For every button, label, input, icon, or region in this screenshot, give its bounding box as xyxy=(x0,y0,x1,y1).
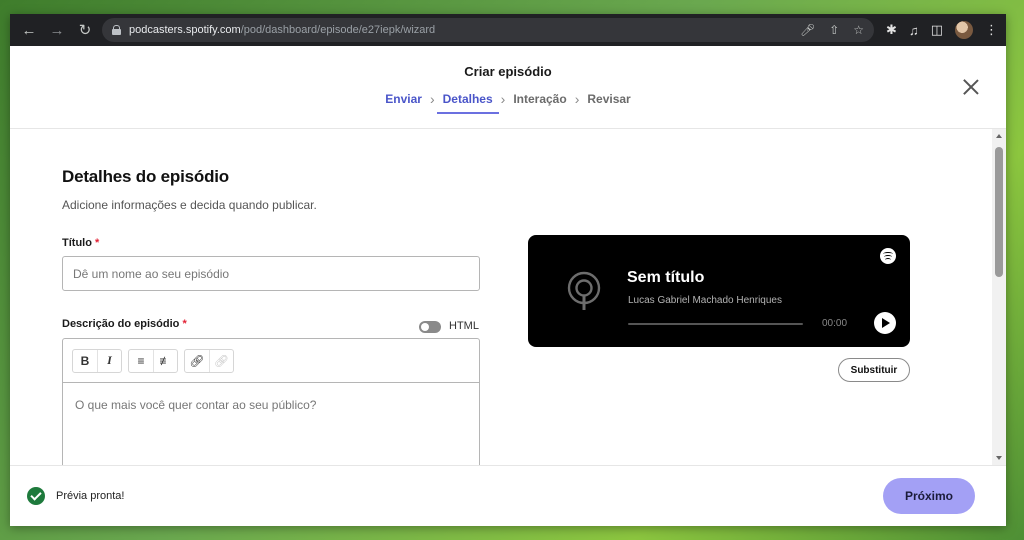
side-panel-icon[interactable]: ◫ xyxy=(931,22,943,38)
link-group: 🔗︎ 🔗︎ xyxy=(184,348,234,373)
unlink-icon: 🔗︎ xyxy=(209,349,233,372)
chevron-right-icon: › xyxy=(429,91,435,107)
bookmark-star-icon[interactable]: ☆ xyxy=(853,23,864,37)
step-revisar[interactable]: Revisar xyxy=(587,92,630,114)
preview-title: Sem título xyxy=(627,269,705,286)
text-style-group: B I xyxy=(72,348,122,373)
italic-button[interactable]: I xyxy=(97,349,121,372)
episode-details-form: Detalhes do episódio Adicione informaçõe… xyxy=(10,129,992,465)
chevron-right-icon: › xyxy=(500,91,506,107)
forward-icon[interactable]: → xyxy=(46,19,68,41)
omnibox-icons: 🎤︎ ⇧ ☆ xyxy=(800,23,864,37)
description-textarea[interactable]: O que mais você quer contar ao seu públi… xyxy=(63,383,479,427)
wizard-header: Criar episódio Enviar › Detalhes › Inter… xyxy=(10,46,1006,129)
browser-actions: ✱ ♫ ◫ ⋮ xyxy=(886,21,998,39)
html-toggle[interactable] xyxy=(419,321,441,333)
section-subheading: Adicione informações e decida quando pub… xyxy=(62,198,317,212)
wizard-steps: Enviar › Detalhes › Interação › Revisar xyxy=(10,91,1006,115)
chevron-right-icon: › xyxy=(574,91,580,107)
bold-button[interactable]: B xyxy=(73,350,97,372)
preview-author: Lucas Gabriel Machado Henriques xyxy=(628,295,782,306)
episode-title-input[interactable] xyxy=(62,256,480,291)
description-label-text: Descrição do episódio xyxy=(62,318,180,330)
list-group: ≡ ≢ xyxy=(128,348,178,373)
extensions-icon[interactable]: ✱ xyxy=(886,22,897,38)
wizard-footer: Prévia pronta! Próximo xyxy=(10,465,1006,526)
step-detalhes[interactable]: Detalhes xyxy=(436,92,499,114)
check-circle-icon xyxy=(27,487,45,505)
step-enviar[interactable]: Enviar xyxy=(385,92,422,114)
scroll-down-arrow-icon[interactable] xyxy=(996,456,1002,460)
scroll-thumb[interactable] xyxy=(995,147,1003,277)
preview-time: 00:00 xyxy=(822,318,848,329)
scroll-up-arrow-icon[interactable] xyxy=(996,134,1002,138)
back-icon[interactable]: ← xyxy=(18,19,40,41)
share-icon[interactable]: ⇧ xyxy=(829,23,839,37)
reload-icon[interactable]: ↻ xyxy=(74,19,96,41)
step-interacao[interactable]: Interação xyxy=(513,92,566,114)
content-scrollbar[interactable] xyxy=(992,129,1006,465)
menu-kebab-icon[interactable]: ⋮ xyxy=(985,22,998,38)
numbered-list-icon[interactable]: ≢ xyxy=(153,349,177,372)
url-text: podcasters.spotify.com/pod/dashboard/epi… xyxy=(129,24,435,36)
preview-status: Prévia pronta! xyxy=(56,490,125,502)
browser-window: ← → ↻ podcasters.spotify.com/pod/dashboa… xyxy=(10,14,1006,526)
play-icon[interactable] xyxy=(874,312,896,334)
required-mark: * xyxy=(182,318,187,330)
description-label: Descrição do episódio * xyxy=(62,318,187,330)
episode-preview-card: Sem título Lucas Gabriel Machado Henriqu… xyxy=(528,235,910,347)
title-label-text: Título xyxy=(62,237,92,249)
title-label: Título * xyxy=(62,237,99,249)
preview-progress-bar[interactable] xyxy=(628,323,803,325)
required-mark: * xyxy=(95,237,100,249)
replace-button[interactable]: Substituir xyxy=(838,358,910,382)
browser-toolbar: ← → ↻ podcasters.spotify.com/pod/dashboa… xyxy=(10,14,1006,46)
microphone-icon[interactable]: 🎤︎ xyxy=(800,23,815,37)
spotify-logo-icon xyxy=(880,248,896,264)
close-icon[interactable] xyxy=(960,76,982,98)
podcast-icon xyxy=(567,271,601,310)
address-bar[interactable]: podcasters.spotify.com/pod/dashboard/epi… xyxy=(102,18,875,42)
profile-avatar[interactable] xyxy=(955,21,973,39)
lock-icon xyxy=(112,25,121,35)
media-control-icon[interactable]: ♫ xyxy=(909,23,919,38)
section-heading: Detalhes do episódio xyxy=(62,167,229,186)
link-icon[interactable]: 🔗︎ xyxy=(185,350,209,372)
bulleted-list-icon[interactable]: ≡ xyxy=(129,350,153,372)
editor-toolbar: B I ≡ ≢ 🔗︎ 🔗︎ xyxy=(63,339,479,383)
next-button[interactable]: Próximo xyxy=(883,478,975,514)
description-editor: B I ≡ ≢ 🔗︎ 🔗︎ O que mais você quer conta… xyxy=(62,338,480,465)
url-path: /pod/dashboard/episode/e27iepk/wizard xyxy=(240,24,436,36)
html-toggle-label: HTML xyxy=(449,320,479,332)
url-host: podcasters.spotify.com xyxy=(129,24,241,36)
page-title: Criar episódio xyxy=(464,64,552,79)
